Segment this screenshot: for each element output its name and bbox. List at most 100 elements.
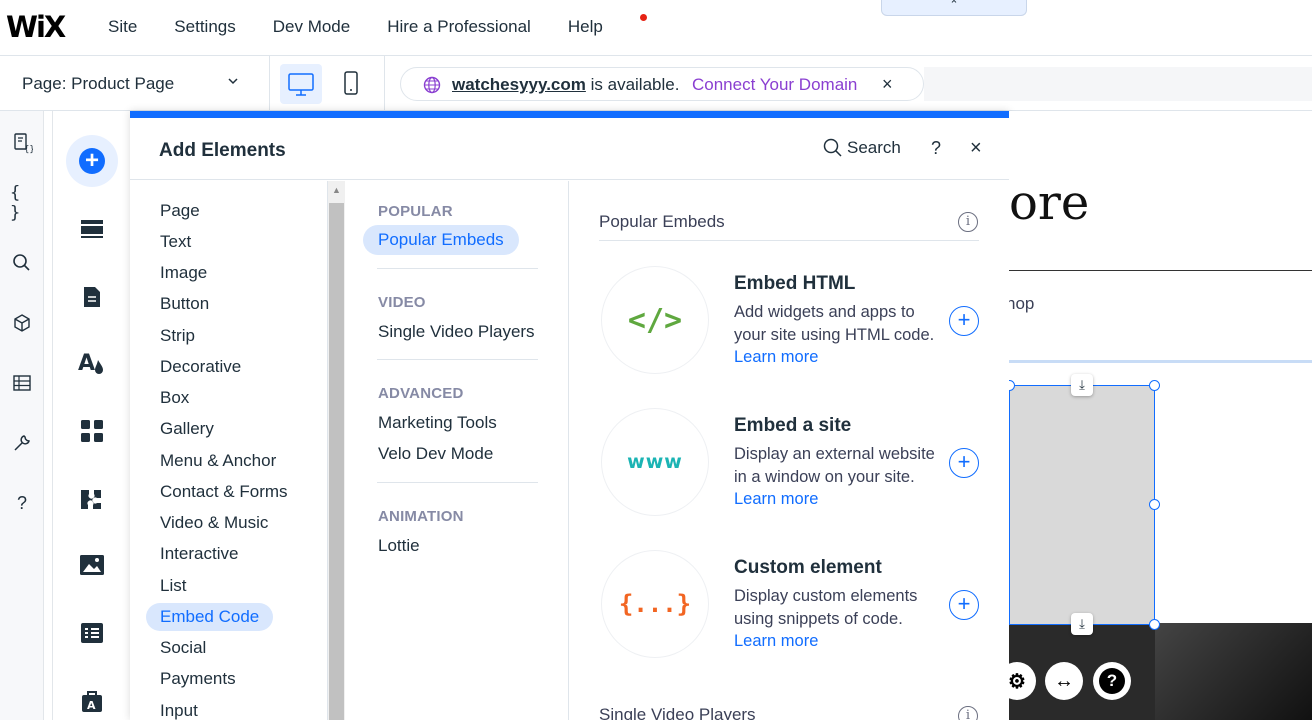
- category-item[interactable]: Page: [146, 197, 214, 225]
- collapse-toolbar-button[interactable]: ⌃: [881, 0, 1027, 16]
- subcategory-list: POPULAR Popular Embeds VIDEO Single Vide…: [346, 181, 569, 720]
- nav-help-label: Help: [567, 17, 603, 36]
- subcategory-item[interactable]: Marketing Tools: [363, 408, 512, 438]
- scroll-thumb[interactable]: [329, 203, 344, 720]
- embed-site-thumbnail[interactable]: www: [601, 408, 709, 516]
- panel-search-button[interactable]: Search: [823, 138, 901, 158]
- help-icon[interactable]: ?: [10, 491, 34, 515]
- theme-icon[interactable]: A: [66, 337, 118, 389]
- help-circle-icon[interactable]: ?: [1093, 662, 1131, 700]
- add-element-button[interactable]: +: [949, 306, 979, 336]
- portfolio-icon[interactable]: A: [66, 675, 118, 720]
- learn-more-link[interactable]: Learn more: [734, 348, 818, 366]
- info-icon[interactable]: i: [958, 706, 978, 720]
- close-banner-icon[interactable]: ×: [882, 74, 893, 95]
- wrench-icon[interactable]: [10, 431, 34, 455]
- category-item[interactable]: Gallery: [146, 415, 228, 443]
- desktop-view-button[interactable]: [280, 64, 322, 104]
- element-description: Display custom elements using snippets o…: [734, 585, 944, 653]
- chevron-up-icon: ⌃: [949, 0, 959, 11]
- page-selector[interactable]: Page: Product Page: [22, 74, 238, 94]
- search-icon: [823, 138, 842, 157]
- apps-icon[interactable]: [66, 405, 118, 457]
- category-item-selected[interactable]: Embed Code: [146, 603, 274, 631]
- stretch-icon[interactable]: ↔: [1045, 662, 1083, 700]
- sections-icon[interactable]: [66, 203, 118, 255]
- pages-icon[interactable]: {}: [10, 131, 34, 155]
- add-circle: +: [66, 135, 118, 187]
- learn-more-link[interactable]: Learn more: [734, 490, 818, 508]
- add-elements-panel: Add Elements Search ? × Page Text Image …: [130, 111, 1009, 720]
- category-item[interactable]: Interactive: [146, 540, 252, 568]
- page-prefix: Page:: [22, 74, 67, 93]
- www-icon: www: [627, 451, 683, 473]
- description-text: Display custom elements using snippets o…: [734, 587, 918, 628]
- cms-icon[interactable]: [66, 607, 118, 659]
- category-item[interactable]: Box: [146, 384, 203, 412]
- category-item[interactable]: Contact & Forms: [146, 478, 302, 506]
- category-item[interactable]: List: [146, 572, 200, 600]
- pages-menu-icon[interactable]: [66, 271, 118, 323]
- canvas-shop-link[interactable]: hop: [1009, 294, 1034, 314]
- category-item[interactable]: Social: [146, 634, 220, 662]
- nav-hire-professional[interactable]: Hire a Professional: [387, 17, 531, 37]
- add-elements-button[interactable]: +: [66, 135, 118, 187]
- resize-handle[interactable]: [1149, 619, 1160, 630]
- notification-dot: [639, 14, 647, 21]
- canvas-image[interactable]: [1155, 623, 1312, 720]
- domain-name[interactable]: watchesyyy.com: [452, 75, 586, 94]
- category-item[interactable]: Image: [146, 259, 221, 287]
- site-canvas[interactable]: ore hop ⤓ ⤓ ⚙ ↔ ?: [1009, 111, 1312, 720]
- category-item[interactable]: Decorative: [146, 353, 255, 381]
- category-item[interactable]: Button: [146, 290, 223, 318]
- element-embed-html[interactable]: </> Embed HTML Add widgets and apps to y…: [570, 266, 1009, 386]
- panel-help-icon[interactable]: ?: [931, 138, 941, 159]
- add-element-button[interactable]: +: [949, 448, 979, 478]
- mobile-view-button[interactable]: [330, 64, 372, 104]
- page-name: Product Page: [71, 74, 175, 93]
- scroll-up-arrow-icon[interactable]: ▲: [332, 185, 341, 195]
- category-scrollbar[interactable]: ▲: [328, 181, 345, 720]
- search-icon[interactable]: [10, 251, 34, 275]
- description-text: Display an external website in a window …: [734, 445, 935, 486]
- code-icon[interactable]: { }: [10, 183, 34, 223]
- nav-site[interactable]: Site: [108, 17, 137, 37]
- category-item[interactable]: Video & Music: [146, 509, 282, 537]
- learn-more-link[interactable]: Learn more: [734, 632, 818, 650]
- nav-dev-mode[interactable]: Dev Mode: [273, 17, 350, 37]
- subcategory-item[interactable]: Lottie: [363, 531, 435, 561]
- info-icon[interactable]: i: [958, 212, 978, 232]
- database-table-icon[interactable]: [10, 371, 34, 395]
- category-item[interactable]: Input: [146, 697, 212, 720]
- subcategory-item[interactable]: Single Video Players: [363, 317, 550, 347]
- panel-close-icon[interactable]: ×: [970, 137, 982, 160]
- nav-help[interactable]: Help: [567, 14, 647, 37]
- plus-icon: +: [79, 148, 105, 174]
- canvas-heading[interactable]: ore: [1009, 175, 1089, 231]
- category-item[interactable]: Text: [146, 228, 205, 256]
- domain-text: watchesyyy.com is available.: [452, 75, 679, 95]
- subcategory-item-selected[interactable]: Popular Embeds: [363, 225, 519, 255]
- category-item[interactable]: Strip: [146, 322, 209, 350]
- selected-element[interactable]: [1009, 385, 1155, 625]
- category-item[interactable]: Menu & Anchor: [146, 447, 290, 475]
- packages-icon[interactable]: [10, 311, 34, 335]
- connect-domain-link[interactable]: Connect Your Domain: [692, 75, 857, 95]
- category-item[interactable]: Payments: [146, 665, 250, 693]
- download-icon[interactable]: ⤓: [1071, 613, 1093, 635]
- element-embed-site[interactable]: www Embed a site Display an external web…: [570, 408, 1009, 528]
- nav-settings[interactable]: Settings: [174, 17, 235, 37]
- subcategory-item[interactable]: Velo Dev Mode: [363, 439, 508, 469]
- panel-header: Add Elements Search ? ×: [130, 118, 1009, 180]
- wix-logo[interactable]: WiX: [6, 10, 66, 44]
- resize-handle[interactable]: [1149, 380, 1160, 391]
- element-custom-element[interactable]: {...} Custom element Display custom elem…: [570, 550, 1009, 670]
- business-tools-icon[interactable]: [66, 473, 118, 525]
- embed-html-thumbnail[interactable]: </>: [601, 266, 709, 374]
- subsection-label: POPULAR: [378, 203, 453, 220]
- add-element-button[interactable]: +: [949, 590, 979, 620]
- media-icon[interactable]: [66, 539, 118, 591]
- custom-element-thumbnail[interactable]: {...}: [601, 550, 709, 658]
- download-icon[interactable]: ⤓: [1071, 374, 1093, 396]
- resize-handle[interactable]: [1149, 499, 1160, 510]
